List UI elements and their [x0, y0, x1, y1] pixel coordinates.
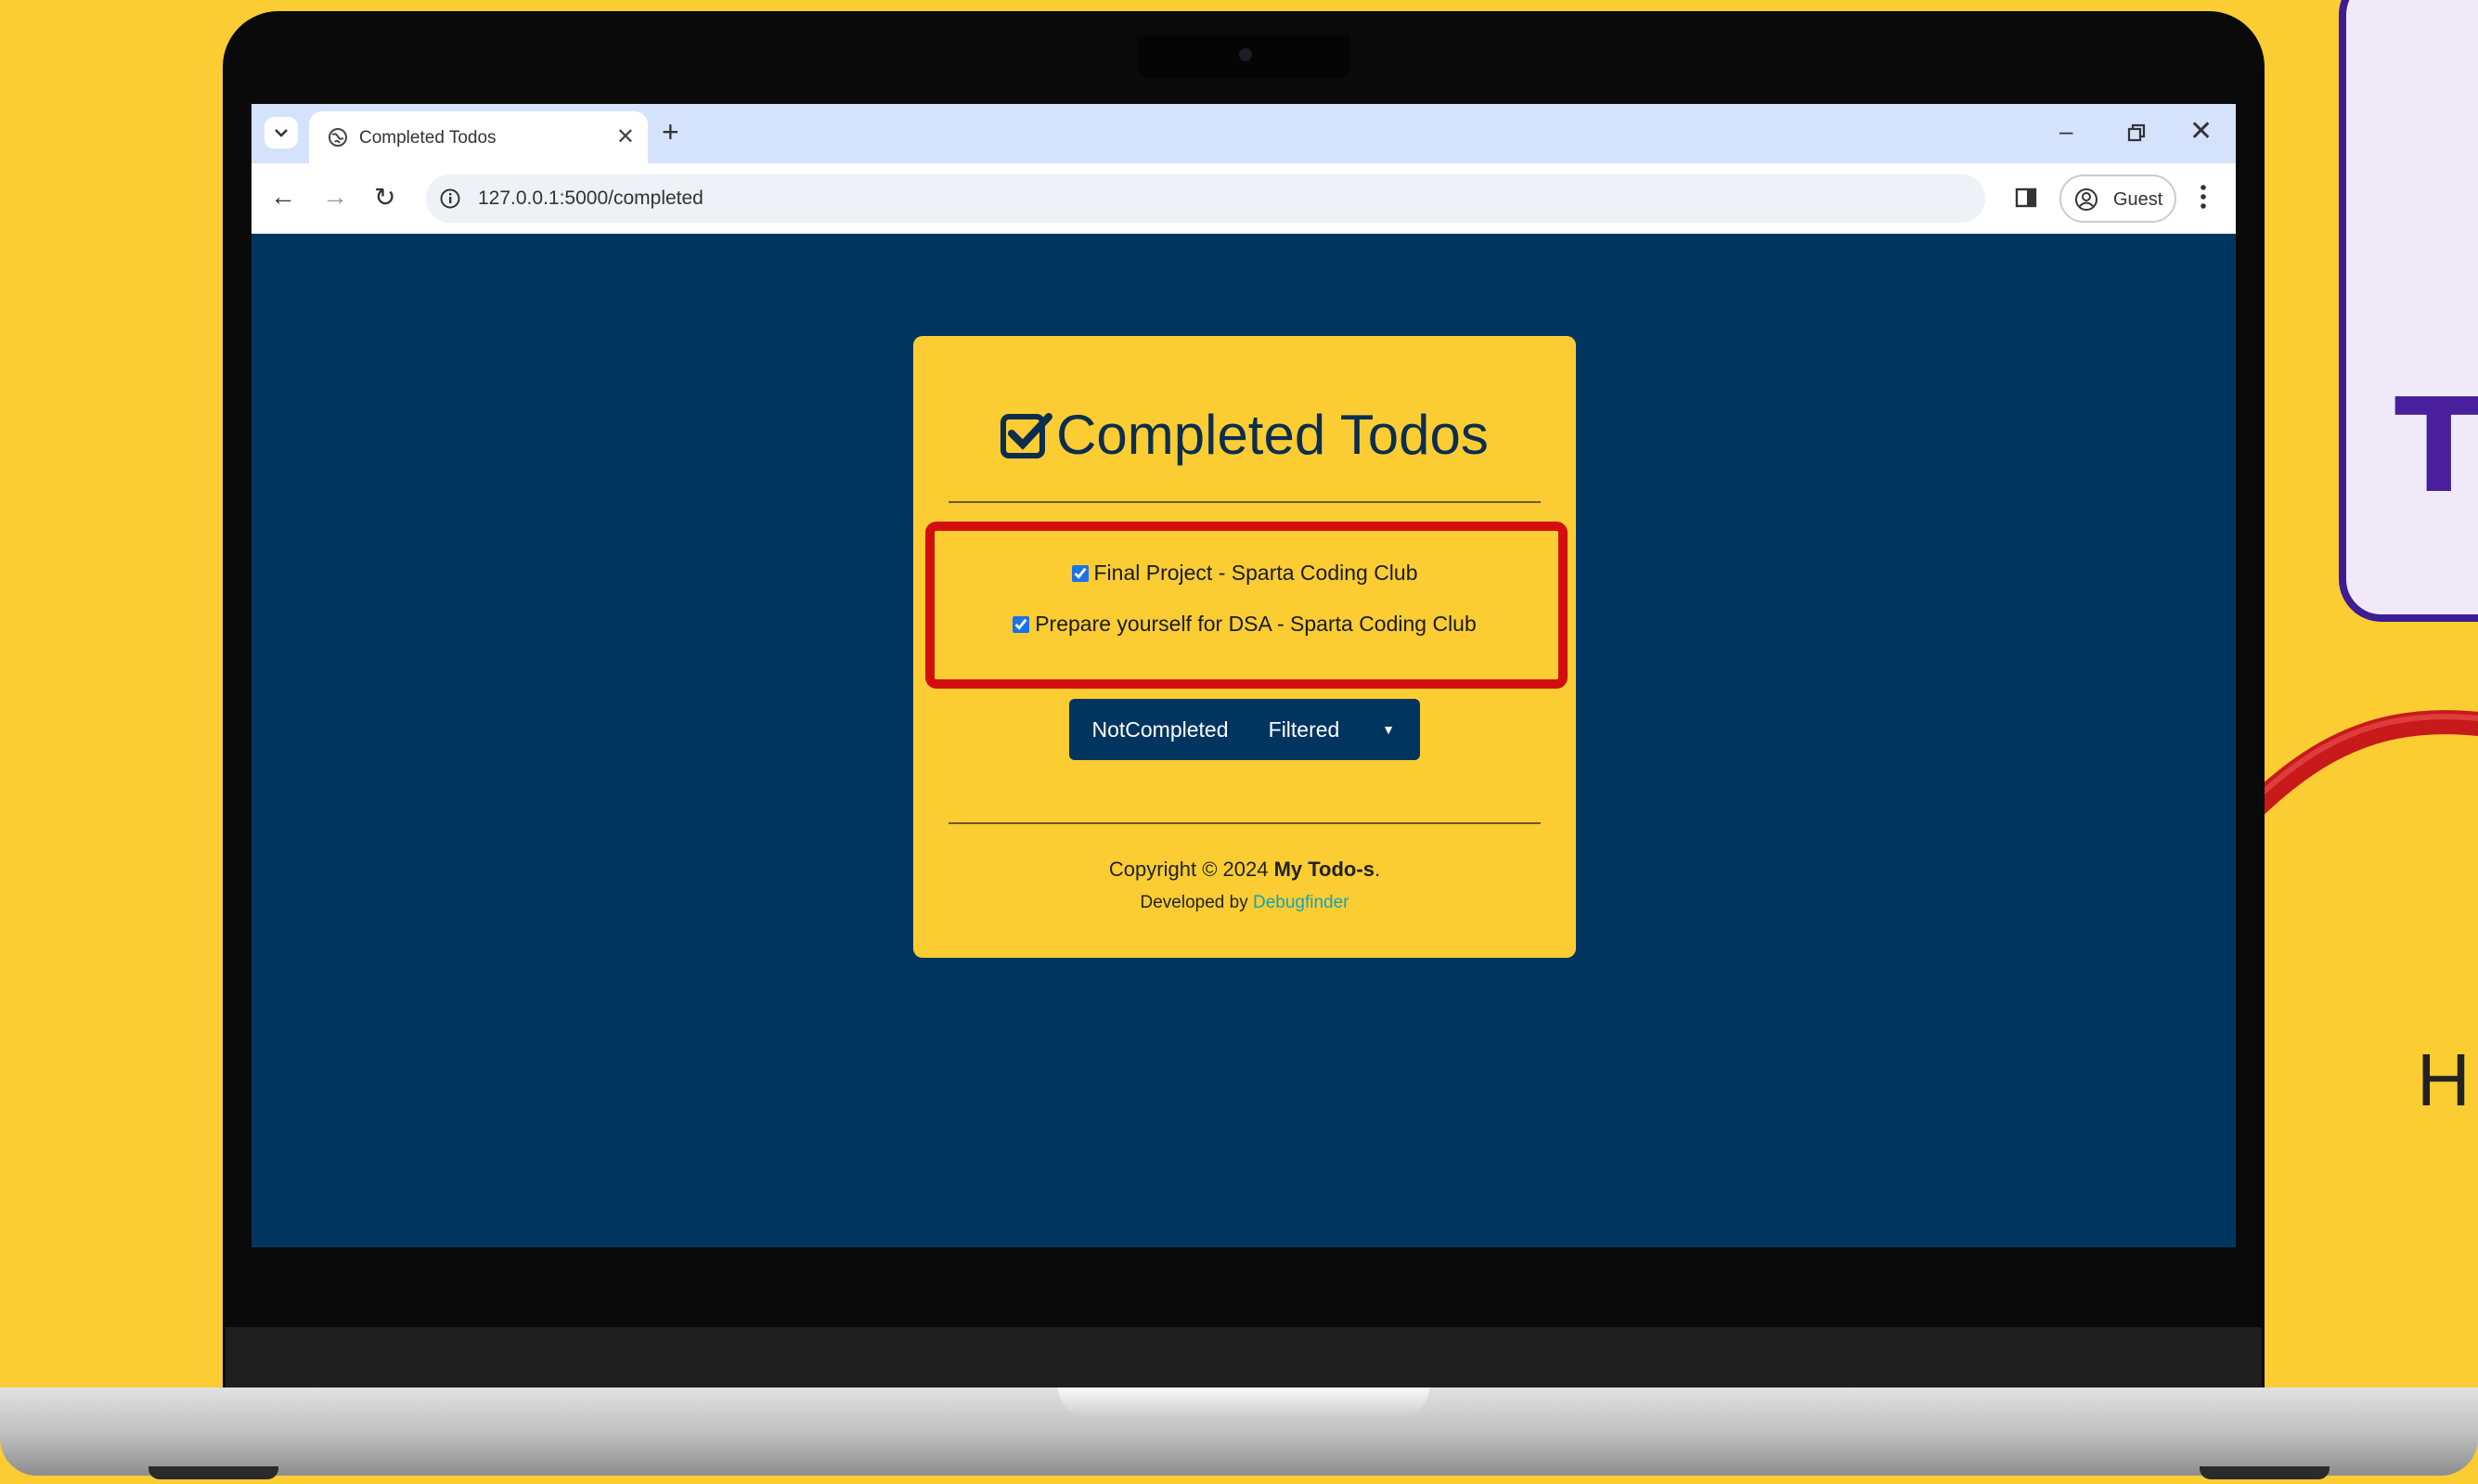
forward-icon[interactable]: →: [322, 182, 348, 212]
reload-icon[interactable]: ↻: [374, 182, 395, 213]
tab-title: Completed Todos: [359, 128, 497, 148]
globe-icon: [328, 127, 348, 152]
developer-credit: Developed by Debugfinder: [1140, 893, 1349, 912]
url-text: 127.0.0.1:5000/completed: [478, 187, 703, 209]
restore-icon[interactable]: [2126, 123, 2147, 148]
page-title: Completed Todos: [913, 403, 1576, 472]
profile-icon: [2074, 187, 2098, 216]
close-tab-icon[interactable]: ✕: [616, 123, 635, 150]
laptop-foot: [148, 1466, 278, 1479]
tab-completed-todos[interactable]: Completed Todos ✕: [309, 111, 648, 163]
camera-icon: [1239, 48, 1252, 61]
back-icon[interactable]: ←: [270, 182, 296, 212]
laptop-notch: [1058, 1387, 1429, 1415]
todo-card: Completed Todos Final Project - Sparta C…: [913, 336, 1576, 958]
side-panel-icon[interactable]: [2015, 187, 2037, 213]
filtered-button[interactable]: Filtered: [1251, 699, 1357, 760]
filter-button-group: NotCompleted Filtered ▼: [1069, 699, 1420, 760]
menu-icon[interactable]: [2200, 184, 2207, 214]
laptop-bezel: [226, 1327, 2262, 1387]
profile-button[interactable]: Guest: [2059, 174, 2176, 223]
chevron-down-icon: [275, 129, 288, 137]
developer-link[interactable]: Debugfinder: [1253, 893, 1349, 912]
divider: [949, 822, 1541, 824]
caret-down-icon[interactable]: ▼: [1357, 699, 1420, 760]
site-info-icon[interactable]: [439, 187, 461, 214]
new-tab-button[interactable]: +: [662, 115, 679, 149]
not-completed-button[interactable]: NotCompleted: [1069, 699, 1251, 760]
browser-screen: Completed Todos ✕ + – ✕ ← → ↻ 127.0.0.1:…: [252, 104, 2236, 1247]
checkbox-icon: [1000, 408, 1053, 472]
profile-label: Guest: [2113, 189, 2163, 210]
divider: [949, 501, 1541, 503]
laptop-foot: [2200, 1466, 2330, 1479]
address-bar[interactable]: 127.0.0.1:5000/completed: [426, 174, 1985, 223]
tab-bar: Completed Todos ✕ + – ✕: [252, 104, 2236, 163]
tab-search-button[interactable]: [265, 117, 298, 148]
copyright: Copyright © 2024 My Todo-s.: [1108, 858, 1381, 881]
window-close-icon[interactable]: ✕: [2189, 115, 2213, 148]
brand-name: My Todo-s: [1273, 858, 1375, 881]
page-title-text: Completed Todos: [1056, 404, 1489, 466]
highlight-box: [925, 522, 1568, 689]
browser-toolbar: ← → ↻ 127.0.0.1:5000/completed Guest: [252, 163, 2236, 234]
minimize-icon[interactable]: –: [2059, 117, 2072, 146]
